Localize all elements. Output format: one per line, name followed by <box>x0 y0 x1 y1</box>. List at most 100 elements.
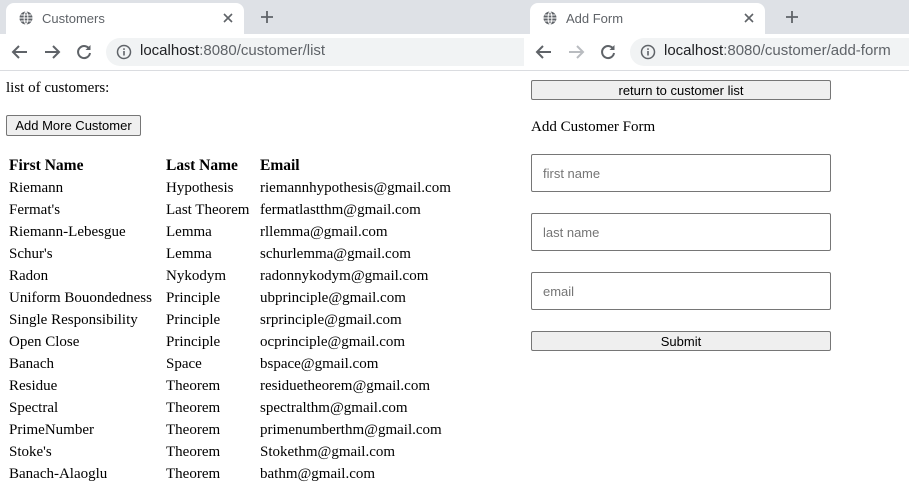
email-field[interactable] <box>531 272 831 310</box>
address-bar[interactable]: localhost:8080/customer/list <box>106 38 524 66</box>
last-name-cell: Last Theorem <box>166 201 250 218</box>
email-cell: ocprinciple@gmail.com <box>260 333 406 350</box>
first-name-cell: Spectral <box>9 399 59 416</box>
column-header-first-name: First Name <box>9 157 84 174</box>
close-icon[interactable] <box>741 10 757 26</box>
url-host: localhost <box>664 42 724 59</box>
email-cell: fermatlastthm@gmail.com <box>260 201 421 218</box>
page-content: return to customer list Add Customer For… <box>524 71 909 499</box>
forward-arrow-icon[interactable] <box>566 42 586 62</box>
globe-icon <box>19 11 33 25</box>
first-name-cell: Radon <box>9 267 49 284</box>
table-row: Riemann Hypothesis riemannhypothesis@gmail… <box>7 177 453 199</box>
first-name-cell: Banach-Alaoglu <box>9 465 108 482</box>
table-row: Open Close Principle ocprinciple@gmail.com <box>7 331 453 353</box>
first-name-cell: Fermat's <box>9 201 61 218</box>
globe-icon <box>543 11 557 25</box>
email-cell: riemannhypothesis@gmail.com <box>260 179 451 196</box>
tab-title: Add Form <box>566 11 624 26</box>
email-cell: radonnykodym@gmail.com <box>260 267 429 284</box>
page-content: list of customers: Add More Customer Fir… <box>0 71 524 499</box>
form-title: Add Customer Form <box>531 119 656 135</box>
email-cell: Stokethm@gmail.com <box>260 443 396 460</box>
table-row: Uniform Bouondedness Principle ubprinciple… <box>7 287 453 309</box>
last-name-cell: Theorem <box>166 443 221 460</box>
list-label: list of customers: <box>6 80 110 96</box>
column-header-last-name: Last Name <box>166 157 238 174</box>
first-name-cell: Riemann <box>9 179 64 196</box>
last-name-cell: Principle <box>166 333 221 350</box>
first-name-cell: Residue <box>9 377 58 394</box>
reload-icon[interactable] <box>598 42 618 62</box>
table-row: Riemann-Lebesgue Lemma rllemma@gmail.com <box>7 221 453 243</box>
first-name-cell: Open Close <box>9 333 80 350</box>
close-icon[interactable] <box>220 10 236 26</box>
tab-add-form[interactable]: Add Form <box>530 3 765 34</box>
first-name-cell: Schur's <box>9 245 53 262</box>
table-row: Stoke's Theorem Stokethm@gmail.com <box>7 441 453 463</box>
email-cell: srprinciple@gmail.com <box>260 311 402 328</box>
table-row: Schur's Lemma schurlemma@gmail.com <box>7 243 453 265</box>
return-to-list-button[interactable]: return to customer list <box>531 80 831 100</box>
table-row: Single Responsibility Principle srprincipl… <box>7 309 453 331</box>
plus-icon[interactable] <box>258 8 276 26</box>
back-arrow-icon[interactable] <box>534 42 554 62</box>
tab-strip: Add Form <box>524 0 909 34</box>
first-name-cell: Stoke's <box>9 443 52 460</box>
table-row: Fermat's Last Theorem fermatlastthm@gmail.… <box>7 199 453 221</box>
last-name-cell: Principle <box>166 311 221 328</box>
browser-toolbar: localhost:8080/customer/add-form <box>524 34 909 71</box>
last-name-cell: Theorem <box>166 465 221 482</box>
first-name-cell: Single Responsibility <box>9 311 138 328</box>
email-cell: spectralthm@gmail.com <box>260 399 408 416</box>
info-icon[interactable] <box>640 44 656 60</box>
forward-arrow-icon[interactable] <box>42 42 62 62</box>
url-path: :8080/customer/list <box>199 42 326 59</box>
first-name-field[interactable] <box>531 154 831 192</box>
email-cell: residuetheorem@gmail.com <box>260 377 431 394</box>
tab-customers[interactable]: Customers <box>6 3 244 34</box>
table-row: PrimeNumber Theorem primenumberthm@gmail.c… <box>7 419 453 441</box>
email-cell: bathm@gmail.com <box>260 465 376 482</box>
plus-icon[interactable] <box>783 8 801 26</box>
last-name-cell: Theorem <box>166 421 221 438</box>
tab-strip: Customers <box>0 0 524 34</box>
email-cell: ubprinciple@gmail.com <box>260 289 406 306</box>
last-name-cell: Nykodym <box>166 267 226 284</box>
table-row: Spectral Theorem spectralthm@gmail.com <box>7 397 453 419</box>
email-cell: rllemma@gmail.com <box>260 223 388 240</box>
url-text: localhost:8080/customer/add-form <box>664 42 891 59</box>
table-body: Riemann Hypothesis riemannhypothesis@gmail… <box>7 177 453 485</box>
first-name-cell: Banach <box>9 355 54 372</box>
submit-button[interactable]: Submit <box>531 331 831 351</box>
last-name-cell: Space <box>166 355 202 372</box>
back-arrow-icon[interactable] <box>10 42 30 62</box>
reload-icon[interactable] <box>74 42 94 62</box>
url-path: :8080/customer/add-form <box>723 42 891 59</box>
info-icon[interactable] <box>116 44 132 60</box>
browser-window-add-form: Add Form localhost:8080/customer/add-for… <box>524 0 909 499</box>
first-name-cell: Uniform Bouondedness <box>9 289 152 306</box>
last-name-cell: Theorem <box>166 377 221 394</box>
email-cell: bspace@gmail.com <box>260 355 379 372</box>
url-host: localhost <box>140 42 200 59</box>
first-name-cell: PrimeNumber <box>9 421 94 438</box>
last-name-cell: Lemma <box>166 245 212 262</box>
address-bar[interactable]: localhost:8080/customer/add-form <box>630 38 909 66</box>
last-name-field[interactable] <box>531 213 831 251</box>
column-header-email: Email <box>260 157 300 174</box>
url-text: localhost:8080/customer/list <box>140 42 325 59</box>
tab-title: Customers <box>42 11 105 26</box>
add-customer-button[interactable]: Add More Customer <box>6 115 141 136</box>
customer-table: First Name Last Name Email Riemann Hypoth… <box>7 155 453 485</box>
table-header-row: First Name Last Name Email <box>7 155 453 177</box>
last-name-cell: Principle <box>166 289 221 306</box>
first-name-cell: Riemann-Lebesgue <box>9 223 126 240</box>
table-row: Residue Theorem residuetheorem@gmail.com <box>7 375 453 397</box>
table-row: Banach Space bspace@gmail.com <box>7 353 453 375</box>
last-name-cell: Theorem <box>166 399 221 416</box>
table-row: Banach-Alaoglu Theorem bathm@gmail.com <box>7 463 453 485</box>
browser-window-customers: Customers localhost:8080/customer/list l… <box>0 0 524 499</box>
table-row: Radon Nykodym radonnykodym@gmail.com <box>7 265 453 287</box>
email-cell: primenumberthm@gmail.com <box>260 421 442 438</box>
